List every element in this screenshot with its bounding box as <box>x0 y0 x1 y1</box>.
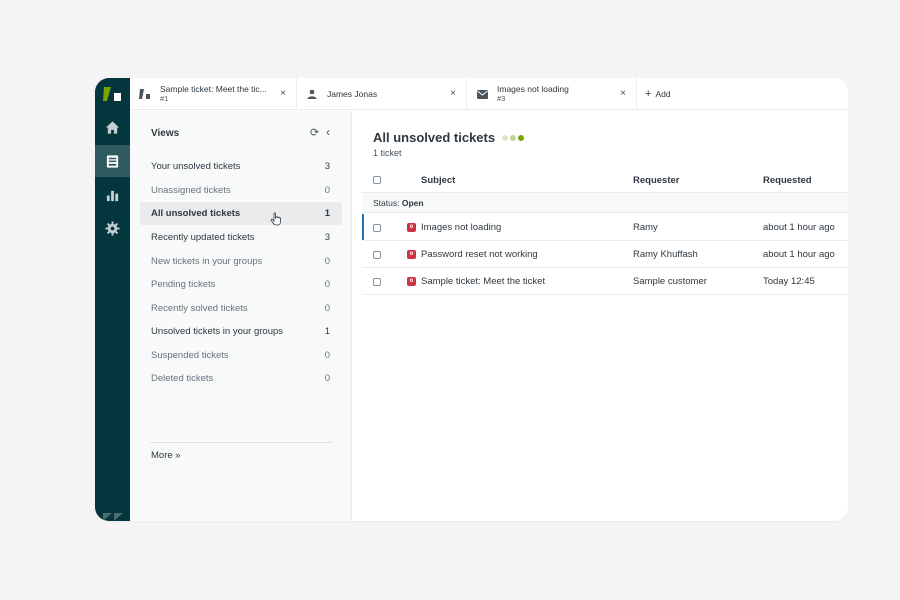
view-count: 1 <box>324 208 330 219</box>
bar-chart-icon <box>106 190 119 201</box>
view-label: Deleted tickets <box>151 373 214 384</box>
view-label: Pending tickets <box>151 279 216 290</box>
view-item-unassigned[interactable]: Unassigned tickets 0 <box>140 179 342 202</box>
ticket-requester: Ramy <box>633 222 658 233</box>
status-group-header: Status: Open <box>362 192 848 213</box>
home-nav-button[interactable] <box>95 111 130 143</box>
tab-title: James Jonas <box>327 89 378 99</box>
view-label: All unsolved tickets <box>151 208 241 219</box>
select-all-checkbox[interactable] <box>373 176 381 184</box>
ticket-icon <box>139 88 151 100</box>
view-label: Unsolved tickets in your groups <box>151 326 284 337</box>
tab-close-button[interactable]: × <box>280 88 286 100</box>
view-count: 0 <box>324 373 330 384</box>
row-checkbox[interactable] <box>373 251 381 259</box>
ticket-requested: about 1 hour ago <box>763 249 835 260</box>
gear-icon <box>105 220 120 236</box>
view-label: Unassigned tickets <box>151 185 231 196</box>
app-window: Sample ticket: Meet the tic... #1 × Jame… <box>95 78 848 521</box>
view-item-recently-updated[interactable]: Recently updated tickets 3 <box>140 226 342 249</box>
view-count: 3 <box>324 161 330 172</box>
tab-james-jonas[interactable]: James Jonas × <box>297 78 467 110</box>
tab-title: Sample ticket: Meet the tic... <box>160 84 267 94</box>
views-divider <box>150 442 332 443</box>
status-badge: o <box>407 277 416 286</box>
view-label: Recently solved tickets <box>151 303 248 314</box>
tab-images-not-loading[interactable]: Images not loading #3 × <box>467 78 637 110</box>
view-count: 0 <box>324 185 330 196</box>
view-item-your-unsolved[interactable]: Your unsolved tickets 3 <box>140 155 342 178</box>
column-requested[interactable]: Requested <box>763 175 812 186</box>
views-panel: Views ⟳ ‹ Your unsolved tickets 3 Unassi… <box>130 111 352 521</box>
view-count: 1 <box>324 326 330 337</box>
status-badge: o <box>407 223 416 232</box>
table-row[interactable]: o Images not loading Ramy about 1 hour a… <box>362 214 848 241</box>
more-views-link[interactable]: More » <box>151 450 181 461</box>
view-label: Recently updated tickets <box>151 232 255 243</box>
tab-close-button[interactable]: × <box>620 88 626 100</box>
view-item-deleted[interactable]: Deleted tickets 0 <box>140 367 342 390</box>
row-checkbox[interactable] <box>373 278 381 286</box>
add-tab-label: Add <box>655 89 671 99</box>
ticket-requested: about 1 hour ago <box>763 222 835 233</box>
tab-sample-ticket[interactable]: Sample ticket: Meet the tic... #1 × <box>130 78 297 110</box>
zendesk-mark-icon <box>103 513 123 521</box>
view-item-recently-solved[interactable]: Recently solved tickets 0 <box>140 297 342 320</box>
loading-indicator-icon <box>502 135 524 141</box>
view-count: 0 <box>324 350 330 361</box>
tab-close-button[interactable]: × <box>450 88 456 100</box>
home-icon <box>105 120 120 134</box>
view-count: 0 <box>324 303 330 314</box>
ticket-subject[interactable]: Sample ticket: Meet the ticket <box>421 276 545 287</box>
table-row[interactable]: o Password reset not working Ramy Khuffa… <box>362 241 848 268</box>
ticket-list-pane: All unsolved tickets 1 ticket Subject Re… <box>353 111 848 521</box>
group-value: Open <box>401 198 424 208</box>
tab-title: Images not loading <box>497 84 569 94</box>
view-label: New tickets in your groups <box>151 256 263 267</box>
column-requester[interactable]: Requester <box>633 175 679 186</box>
ticket-subject[interactable]: Images not loading <box>421 222 501 233</box>
tab-ticket-number: #1 <box>160 94 169 103</box>
ticket-count: 1 ticket <box>373 148 402 158</box>
view-count: 0 <box>324 256 330 267</box>
page-title: All unsolved tickets <box>373 130 496 145</box>
view-label: Your unsolved tickets <box>151 161 241 172</box>
view-item-all-unsolved[interactable]: All unsolved tickets 1 <box>140 202 342 225</box>
table-row[interactable]: o Sample ticket: Meet the ticket Sample … <box>362 268 848 295</box>
tab-bar: Sample ticket: Meet the tic... #1 × Jame… <box>130 78 848 110</box>
reporting-nav-button[interactable] <box>95 179 130 211</box>
table-header: Subject Requester Requested <box>362 168 848 192</box>
view-item-pending[interactable]: Pending tickets 0 <box>140 273 342 296</box>
view-count: 3 <box>324 232 330 243</box>
tab-ticket-number: #3 <box>497 94 506 103</box>
views-nav-button[interactable] <box>95 145 130 177</box>
view-item-new-in-groups[interactable]: New tickets in your groups 0 <box>140 250 342 273</box>
inbox-icon <box>106 154 119 168</box>
view-item-unsolved-in-groups[interactable]: Unsolved tickets in your groups 1 <box>140 320 342 343</box>
zendesk-logo-icon[interactable] <box>102 86 123 102</box>
ticket-requester: Ramy Khuffash <box>633 249 698 260</box>
nav-rail <box>95 78 130 521</box>
view-label: Suspended tickets <box>151 350 229 361</box>
views-title: Views <box>151 128 180 139</box>
mail-icon <box>476 88 488 100</box>
view-item-suspended[interactable]: Suspended tickets 0 <box>140 344 342 367</box>
refresh-icon[interactable]: ⟳ <box>310 126 319 139</box>
view-count: 0 <box>324 279 330 290</box>
status-badge: o <box>407 250 416 259</box>
user-icon <box>306 88 318 100</box>
ticket-subject[interactable]: Password reset not working <box>421 249 538 260</box>
plus-icon: + <box>645 88 652 100</box>
hand-cursor-icon <box>270 212 281 226</box>
admin-nav-button[interactable] <box>95 212 130 244</box>
ticket-requested: Today 12:45 <box>763 276 815 287</box>
group-label: Status: <box>373 198 400 208</box>
column-subject[interactable]: Subject <box>421 175 455 186</box>
row-checkbox[interactable] <box>373 224 381 232</box>
add-tab-button[interactable]: + Add <box>645 88 671 100</box>
ticket-requester: Sample customer <box>633 276 707 287</box>
collapse-panel-icon[interactable]: ‹ <box>326 125 330 139</box>
